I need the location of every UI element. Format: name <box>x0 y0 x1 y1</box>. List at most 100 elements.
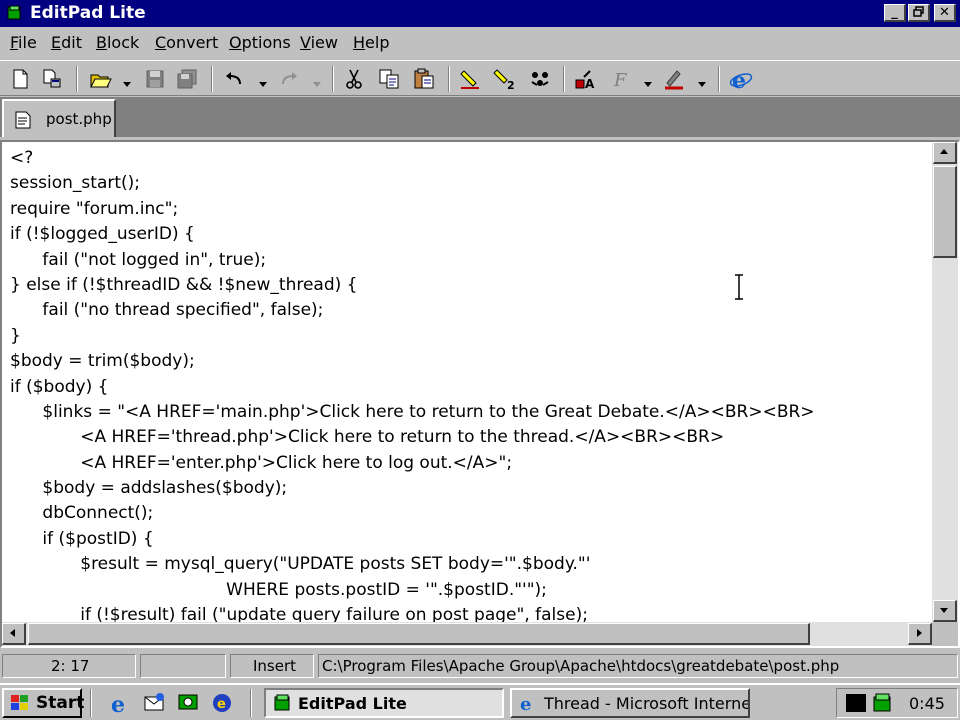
code-line[interactable]: } else if (!$threadID && !$new_thread) { <box>10 273 930 298</box>
windows-logo-icon <box>9 694 31 717</box>
insert-mode: Insert <box>253 657 297 675</box>
scroll-up-button[interactable] <box>933 142 957 164</box>
toolbar-separator <box>76 66 78 92</box>
editpad-task-icon <box>272 694 292 716</box>
menu-edit[interactable]: Edit <box>51 33 82 52</box>
taskbar-separator <box>250 689 252 717</box>
editor-area[interactable]: <? session_start(); require "forum.inc"; if… <box>0 140 960 648</box>
code-line[interactable]: if (!$logged_userID) { <box>10 222 930 247</box>
code-line[interactable]: <A HREF='enter.php'>Click here to log ou… <box>10 451 930 476</box>
vertical-scroll-thumb[interactable] <box>933 166 957 258</box>
svg-text:e: e <box>520 694 531 712</box>
redo-dropdown-icon[interactable] <box>312 74 322 87</box>
toolbar: 2 A F e <box>0 60 960 96</box>
open-icon[interactable] <box>88 67 112 91</box>
menu-help[interactable]: Help <box>353 33 389 52</box>
svg-text:e: e <box>111 692 125 715</box>
code-line[interactable]: } <box>10 324 930 349</box>
svg-text:A: A <box>585 77 595 91</box>
tray-editpad-icon[interactable] <box>871 693 893 717</box>
new-file-icon[interactable] <box>8 67 32 91</box>
toolbar-separator <box>448 66 450 92</box>
menu-view[interactable]: View <box>300 33 338 52</box>
clear-marks-icon[interactable] <box>528 67 552 91</box>
copy-icon[interactable] <box>377 67 401 91</box>
redo-icon[interactable] <box>277 67 301 91</box>
toolbar-separator <box>563 66 565 92</box>
toolbar-separator <box>332 66 334 92</box>
cut-icon[interactable] <box>342 67 366 91</box>
code-line[interactable]: $links = "<A HREF='main.php'>Click here … <box>10 400 930 425</box>
mark-two-icon[interactable]: 2 <box>493 67 517 92</box>
code-line[interactable]: <A HREF='thread.php'>Click here to retur… <box>10 425 930 450</box>
font-dropdown-icon[interactable] <box>643 74 653 87</box>
font-icon[interactable]: F <box>610 67 634 91</box>
new-window-icon[interactable] <box>40 67 64 91</box>
title-bar[interactable]: EditPad Lite _ ✕ <box>0 0 960 27</box>
status-panel-blank <box>140 654 226 678</box>
scroll-down-button[interactable] <box>933 600 957 622</box>
outlook-express-icon[interactable] <box>142 691 166 715</box>
menu-block[interactable]: Block <box>96 33 139 52</box>
menu-file[interactable]: File <box>10 33 37 52</box>
code-line[interactable]: if ($postID) { <box>10 527 930 552</box>
vertical-scrollbar[interactable] <box>932 142 958 622</box>
horizontal-scroll-thumb[interactable] <box>28 623 810 645</box>
undo-dropdown-icon[interactable] <box>258 74 268 87</box>
system-tray: 0:45 <box>836 688 958 718</box>
toolbar-separator <box>718 66 720 92</box>
mark-icon[interactable] <box>458 67 482 91</box>
tab-post-php[interactable]: post.php <box>2 99 116 137</box>
scroll-corner <box>932 622 958 646</box>
browser-icon[interactable]: e <box>729 67 753 94</box>
highlight-dropdown-icon[interactable] <box>697 74 707 87</box>
find-replace-icon[interactable]: A <box>573 67 597 91</box>
save-icon[interactable] <box>143 67 167 91</box>
scroll-left-button[interactable] <box>2 623 26 645</box>
channels-icon[interactable]: e <box>210 691 234 715</box>
tab-label: post.php <box>46 110 112 128</box>
svg-text:e: e <box>217 697 226 712</box>
highlight-icon[interactable] <box>662 67 686 91</box>
code-line[interactable]: if ($body) { <box>10 375 930 400</box>
code-line[interactable]: dbConnect(); <box>10 501 930 526</box>
toolbar-separator <box>211 66 213 92</box>
menu-convert[interactable]: Convert <box>155 33 218 52</box>
code-line[interactable]: $result = mysql_query("UPDATE posts SET … <box>10 552 930 577</box>
save-all-icon[interactable] <box>175 67 199 91</box>
code-line[interactable]: require "forum.inc"; <box>10 197 930 222</box>
show-desktop-icon[interactable] <box>176 691 200 715</box>
code-line[interactable]: fail ("not logged in", true); <box>10 248 930 273</box>
menu-options[interactable]: Options <box>229 33 291 52</box>
editpad-app-icon[interactable] <box>6 5 22 21</box>
scroll-right-button[interactable] <box>908 623 932 645</box>
paste-icon[interactable] <box>412 67 436 91</box>
taskbar-separator <box>90 689 92 717</box>
code-line[interactable]: WHERE posts.postID = '".$postID."'"); <box>10 578 930 603</box>
php-file-icon <box>14 111 32 129</box>
clock: 0:45 <box>909 694 945 713</box>
start-button[interactable]: Start <box>2 688 84 718</box>
horizontal-scrollbar[interactable] <box>2 622 932 646</box>
minimize-button[interactable]: _ <box>884 4 906 22</box>
status-panel-position: 2: 17 <box>2 654 136 678</box>
code-line[interactable]: $body = trim($body); <box>10 349 930 374</box>
svg-text:e: e <box>732 68 746 91</box>
ie-task-icon: e <box>518 694 538 716</box>
code-line[interactable]: <? <box>10 146 930 171</box>
task-editpad-lite[interactable]: EditPad Lite <box>264 688 504 718</box>
code-line[interactable]: if (!$result) fail ("update query failur… <box>10 603 930 622</box>
status-panel-mode: Insert <box>230 654 314 678</box>
tray-app-icon[interactable] <box>845 693 867 717</box>
task-thread-internet-explorer[interactable]: e Thread - Microsoft Internet... <box>510 688 750 718</box>
undo-icon[interactable] <box>222 67 246 91</box>
task-label: EditPad Lite <box>298 694 407 713</box>
internet-explorer-icon[interactable]: e <box>108 691 132 718</box>
open-dropdown-icon[interactable] <box>122 74 132 87</box>
code-line[interactable]: session_start(); <box>10 171 930 196</box>
code-line[interactable]: $body = addslashes($body); <box>10 476 930 501</box>
close-button[interactable]: ✕ <box>934 4 956 22</box>
code-line[interactable]: fail ("no thread specified", false); <box>10 298 930 323</box>
restore-button[interactable] <box>908 4 930 22</box>
code-text[interactable]: <? session_start(); require "forum.inc"; if… <box>10 146 930 622</box>
